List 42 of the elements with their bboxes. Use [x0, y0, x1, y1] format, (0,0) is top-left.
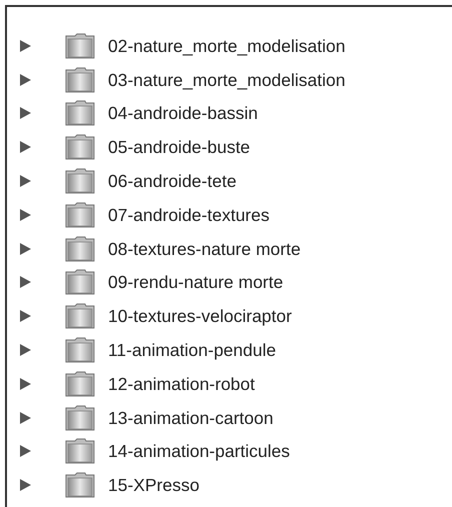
expand-triangle-icon[interactable] — [20, 74, 31, 86]
folder-name[interactable]: 05-androide-buste — [108, 134, 250, 160]
expand-triangle-icon[interactable] — [20, 445, 31, 458]
folder-icon — [65, 269, 95, 296]
folder-icon — [65, 370, 95, 397]
folder-name[interactable]: 07-androide-textures — [108, 202, 270, 228]
folder-name[interactable]: 06-androide-tete — [108, 168, 236, 194]
folder-icon — [65, 337, 95, 364]
expand-triangle-icon[interactable] — [20, 141, 31, 154]
folder-icon — [65, 404, 95, 431]
folder-icon — [65, 66, 95, 93]
expand-triangle-icon[interactable] — [20, 107, 31, 120]
expand-triangle-icon[interactable] — [20, 242, 31, 255]
folder-name[interactable]: 13-animation-cartoon — [108, 404, 274, 431]
folder-name[interactable]: 09-rendu-nature morte — [108, 269, 284, 296]
expand-triangle-icon[interactable] — [20, 344, 31, 356]
folder-name[interactable]: 04-androide-bassin — [108, 100, 258, 127]
folder-icon — [65, 100, 95, 126]
folder-icon — [65, 472, 95, 498]
folder-name[interactable]: 15-XPresso — [108, 472, 200, 498]
expand-triangle-icon[interactable] — [20, 378, 31, 390]
expand-triangle-icon[interactable] — [20, 412, 31, 424]
folder-name[interactable]: 02-nature_morte_modelisation — [108, 32, 346, 60]
folder-icon — [65, 438, 95, 464]
expand-triangle-icon[interactable] — [20, 40, 31, 52]
folder-name[interactable]: 08-textures-nature morte — [108, 236, 301, 262]
folder-icon — [65, 303, 95, 330]
expand-triangle-icon[interactable] — [20, 479, 31, 492]
expand-triangle-icon[interactable] — [20, 208, 31, 221]
folder-icon — [65, 202, 95, 228]
expand-triangle-icon[interactable] — [20, 175, 31, 188]
folder-icon — [65, 168, 95, 194]
folder-icon — [65, 134, 95, 160]
folder-name[interactable]: 12-animation-robot — [108, 370, 255, 397]
expand-triangle-icon[interactable] — [20, 310, 31, 322]
folder-icon — [65, 32, 95, 59]
folder-name[interactable]: 03-nature_morte_modelisation — [108, 66, 346, 93]
folder-icon — [65, 236, 95, 262]
folder-name[interactable]: 14-animation-particules — [108, 438, 290, 465]
expand-triangle-icon[interactable] — [20, 276, 31, 288]
folder-name[interactable]: 11-animation-pendule — [108, 336, 276, 364]
folder-name[interactable]: 10-textures-velociraptor — [108, 303, 292, 330]
